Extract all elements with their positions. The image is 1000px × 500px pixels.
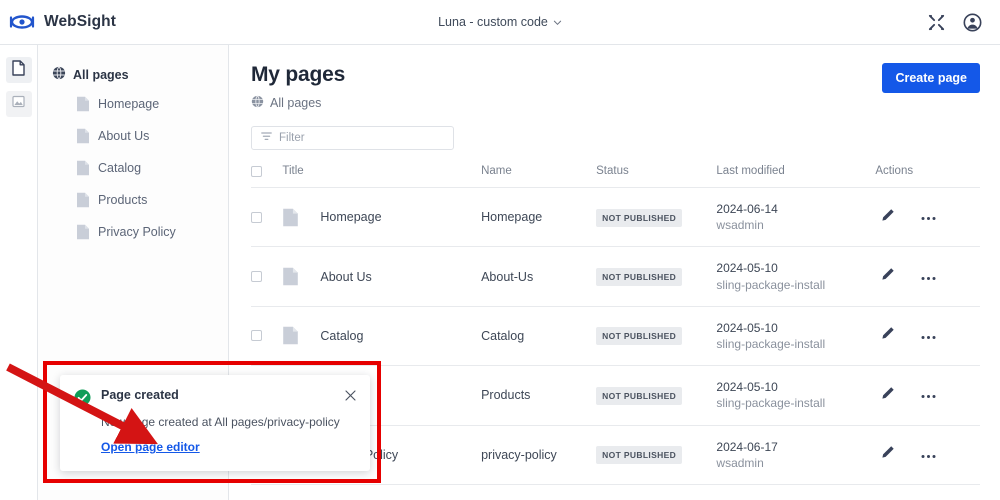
sidebar-item-catalog[interactable]: Catalog [38, 152, 228, 184]
status-badge: NOT PUBLISHED [596, 386, 683, 405]
globe-icon [52, 66, 66, 83]
image-icon [12, 95, 25, 113]
select-all-checkbox[interactable] [251, 165, 262, 177]
pencil-icon[interactable] [881, 445, 895, 464]
sidebar-item-all-pages[interactable]: All pages [38, 61, 228, 88]
globe-icon [251, 95, 264, 111]
row-name: About-Us [481, 269, 534, 284]
tools-icon[interactable] [927, 13, 946, 32]
row-modified-by: wsadmin [716, 218, 764, 233]
row-modified-date: 2024-05-10 [716, 261, 778, 276]
filter-icon [261, 129, 272, 147]
row-name: Homepage [481, 210, 543, 225]
sidebar-item-homepage[interactable]: Homepage [38, 88, 228, 120]
success-check-icon [74, 388, 91, 406]
site-switcher[interactable]: Luna - custom code [370, 15, 630, 29]
page-icon [12, 59, 25, 81]
column-last-modified: Last modified [716, 165, 876, 188]
pencil-icon[interactable] [881, 208, 895, 227]
row-modified-date: 2024-05-10 [716, 320, 778, 335]
status-badge: NOT PUBLISHED [596, 208, 683, 227]
row-title: About Us [320, 269, 372, 284]
row-modified-date: 2024-05-10 [716, 380, 778, 395]
row-modified-by: wsadmin [716, 455, 764, 470]
row-name: privacy-policy [481, 447, 557, 462]
ellipsis-icon[interactable] [921, 327, 936, 345]
status-badge: NOT PUBLISHED [596, 327, 683, 346]
brand-name: WebSight [44, 13, 116, 30]
rail-item-pages[interactable] [5, 57, 32, 83]
status-badge: NOT PUBLISHED [596, 268, 683, 287]
page-icon [76, 128, 90, 144]
page-icon [76, 224, 90, 240]
sidebar-item-label: Homepage [98, 97, 160, 111]
column-status: Status [596, 165, 717, 188]
filter-input[interactable]: Filter [251, 126, 454, 150]
page-created-toast: Page created New page created at All pag… [60, 375, 370, 471]
column-name: Name [481, 165, 597, 188]
create-page-button[interactable]: Create page [882, 63, 980, 93]
sidebar-item-label: Products [98, 193, 148, 207]
row-name: Catalog [481, 328, 525, 343]
toast-message: New page created at All pages/privacy-po… [101, 415, 340, 429]
toast-header: Page created [74, 388, 356, 406]
breadcrumb[interactable]: All pages [251, 95, 980, 111]
toast-title: Page created [101, 388, 179, 402]
column-actions: Actions [875, 165, 980, 188]
row-modified-by: sling-package-install [716, 277, 826, 292]
breadcrumb-label: All pages [270, 96, 322, 110]
websight-app-window: WebSight Luna - custom code All pages Ho… [0, 0, 1000, 500]
page-icon [282, 325, 299, 346]
top-bar-actions [927, 13, 1000, 32]
column-select-all [251, 165, 283, 188]
row-title: Homepage [320, 210, 382, 225]
table-row[interactable]: Catalog Catalog NOT PUBLISHED 2024-05-10… [251, 306, 980, 367]
filter-placeholder: Filter [279, 132, 305, 144]
sidebar-item-label: About Us [98, 129, 150, 143]
top-bar: WebSight Luna - custom code [0, 0, 1000, 45]
row-modified-by: sling-package-install [716, 396, 826, 411]
sidebar-item-label: Catalog [98, 161, 142, 175]
ellipsis-icon[interactable] [921, 208, 936, 226]
row-modified-date: 2024-06-14 [716, 202, 778, 216]
page-icon [282, 266, 299, 287]
page-title: My pages [251, 63, 346, 86]
sidebar-root-label: All pages [73, 67, 129, 82]
row-checkbox[interactable] [251, 211, 262, 223]
websight-eye-logo-icon [9, 9, 35, 35]
page-icon [76, 160, 90, 176]
account-circle-icon[interactable] [963, 13, 982, 32]
page-icon [76, 192, 90, 208]
sidebar-item-about-us[interactable]: About Us [38, 120, 228, 152]
ellipsis-icon[interactable] [921, 446, 936, 464]
pencil-icon[interactable] [881, 326, 895, 345]
ellipsis-icon[interactable] [921, 268, 936, 286]
pencil-icon[interactable] [881, 386, 895, 405]
page-icon [76, 96, 90, 112]
sidebar-item-privacy-policy[interactable]: Privacy Policy [38, 216, 228, 248]
table-header-row: Title Name Status Last modified Actions [251, 165, 980, 188]
rail-item-assets[interactable] [5, 91, 32, 117]
table-row[interactable]: About Us About-Us NOT PUBLISHED 2024-05-… [251, 246, 980, 307]
row-title: Catalog [320, 328, 364, 343]
sidebar-item-label: Privacy Policy [98, 225, 176, 239]
site-switcher-label: Luna - custom code [438, 15, 548, 29]
row-checkbox[interactable] [251, 330, 262, 342]
left-rail [0, 45, 38, 500]
brand[interactable]: WebSight [0, 9, 240, 35]
open-page-editor-link[interactable]: Open page editor [101, 440, 200, 454]
status-badge: NOT PUBLISHED [596, 446, 683, 465]
pencil-icon[interactable] [881, 267, 895, 286]
row-checkbox[interactable] [251, 271, 262, 283]
row-modified-date: 2024-06-17 [716, 439, 778, 454]
sidebar-item-products[interactable]: Products [38, 184, 228, 216]
ellipsis-icon[interactable] [921, 386, 936, 404]
chevron-down-icon [553, 18, 562, 27]
row-name: Products [481, 388, 531, 403]
column-title: Title [282, 165, 482, 188]
page-icon [282, 207, 299, 228]
row-modified-by: sling-package-install [716, 336, 826, 351]
table-row[interactable]: Homepage Homepage NOT PUBLISHED 2024-06-… [251, 187, 980, 248]
close-icon[interactable] [345, 388, 356, 401]
